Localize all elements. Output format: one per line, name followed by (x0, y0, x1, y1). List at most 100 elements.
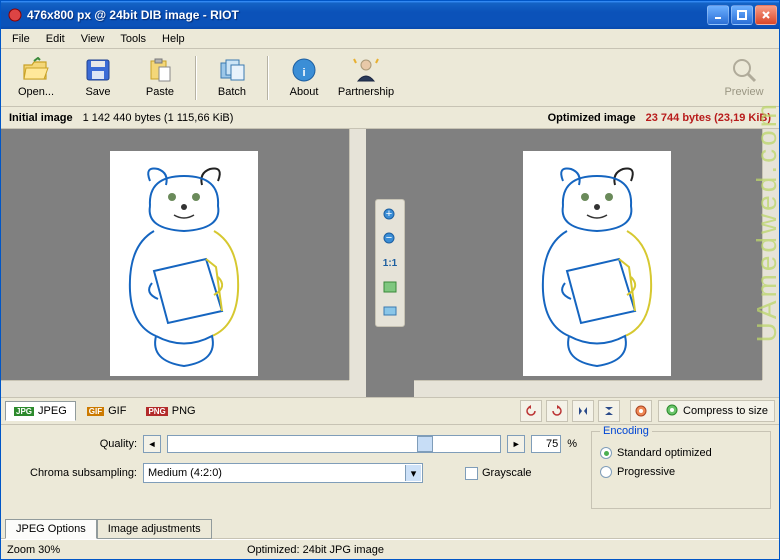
optimized-label: Optimized image (548, 112, 636, 124)
chevron-down-icon: ▾ (405, 465, 421, 481)
app-icon (7, 7, 23, 23)
about-label: About (290, 86, 319, 98)
tab-image-adjustments[interactable]: Image adjustments (97, 519, 212, 539)
tab-png[interactable]: PNGPNG (137, 401, 204, 421)
floppy-icon (84, 57, 112, 83)
optimized-image (523, 151, 671, 376)
format-tabs: JPGJPEG GIFGIF PNGPNG Compress to size (1, 397, 779, 425)
scroll-corner (762, 380, 779, 397)
bottom-tabs: JPEG Options Image adjustments (1, 515, 779, 539)
quality-input[interactable]: 75 (531, 435, 561, 453)
initial-pane[interactable] (1, 129, 366, 397)
flip-h-button[interactable] (572, 400, 594, 422)
tab-gif[interactable]: GIFGIF (78, 401, 136, 421)
maximize-button[interactable] (731, 5, 753, 25)
preview-area: + − 1:1 (1, 129, 779, 397)
pct-label: % (567, 438, 577, 450)
zoom-in-button[interactable]: + (381, 206, 399, 224)
save-button[interactable]: Save (67, 51, 129, 105)
batch-label: Batch (218, 86, 246, 98)
scroll-corner (349, 380, 366, 397)
quality-dec-button[interactable]: ◄ (143, 435, 161, 453)
svg-text:−: − (386, 232, 392, 244)
rotate-cw-button[interactable] (546, 400, 568, 422)
preview-button[interactable]: Preview (713, 51, 775, 105)
compress-button[interactable]: Compress to size (658, 400, 775, 422)
info-icon: i (290, 57, 318, 83)
optimized-value: 23 744 bytes (23,19 KiB) (646, 112, 771, 124)
info-bar: Initial image 1 142 440 bytes (1 115,66 … (1, 107, 779, 129)
flip-v-button[interactable] (598, 400, 620, 422)
progressive-label: Progressive (617, 466, 675, 478)
menu-help[interactable]: Help (155, 31, 192, 47)
gear-green-icon (665, 403, 679, 420)
about-button[interactable]: i About (273, 51, 335, 105)
minimize-button[interactable] (707, 5, 729, 25)
menubar: File Edit View Tools Help (1, 29, 779, 49)
chroma-value: Medium (4:2:0) (148, 467, 222, 479)
tab-jpeg-options[interactable]: JPEG Options (5, 519, 97, 539)
close-button[interactable] (755, 5, 777, 25)
batch-icon (218, 57, 246, 83)
separator (195, 56, 197, 100)
svg-text:+: + (386, 208, 392, 220)
scrollbar-vertical[interactable] (349, 129, 366, 380)
paste-icon (146, 57, 174, 83)
progressive-radio[interactable]: Progressive (600, 466, 762, 478)
zoom-out-button[interactable]: − (381, 230, 399, 248)
tab-png-label: PNG (172, 405, 196, 417)
paste-button[interactable]: Paste (129, 51, 191, 105)
svg-text:i: i (302, 67, 305, 79)
status-optimized: Optimized: 24bit JPG image (247, 544, 384, 556)
ext-button[interactable] (630, 400, 652, 422)
initial-value: 1 142 440 bytes (1 115,66 KiB) (83, 112, 234, 124)
save-label: Save (85, 86, 110, 98)
checkbox-icon (465, 467, 478, 480)
menu-file[interactable]: File (5, 31, 37, 47)
rotate-ccw-button[interactable] (520, 400, 542, 422)
tab-gif-label: GIF (108, 405, 126, 417)
scrollbar-horizontal[interactable] (1, 380, 349, 397)
scrollbar-horizontal[interactable] (414, 380, 762, 397)
quality-slider[interactable] (167, 435, 501, 453)
chroma-label: Chroma subsampling: (9, 467, 137, 479)
standard-label: Standard optimized (617, 447, 712, 459)
app-window: 476x800 px @ 24bit DIB image - RIOT File… (0, 0, 780, 560)
titlebar[interactable]: 476x800 px @ 24bit DIB image - RIOT (1, 1, 779, 29)
status-bar: Zoom 30% Optimized: 24bit JPG image (1, 539, 779, 559)
batch-button[interactable]: Batch (201, 51, 263, 105)
open-button[interactable]: Open... (5, 51, 67, 105)
quality-label: Quality: (9, 438, 137, 450)
initial-label: Initial image (9, 112, 73, 124)
tab-jpeg-label: JPEG (38, 405, 67, 417)
partnership-button[interactable]: Partnership (335, 51, 397, 105)
magnify-icon (730, 57, 758, 83)
quality-inc-button[interactable]: ► (507, 435, 525, 453)
optimized-pane[interactable] (414, 129, 779, 397)
menu-tools[interactable]: Tools (113, 31, 153, 47)
status-zoom: Zoom 30% (7, 544, 217, 556)
radio-icon (600, 447, 612, 459)
options-panel: Quality: ◄ ► 75 % Chroma subsampling: Me… (1, 425, 779, 515)
window-title: 476x800 px @ 24bit DIB image - RIOT (27, 8, 707, 22)
folder-open-icon (22, 57, 50, 83)
fit-button[interactable] (381, 278, 399, 296)
scrollbar-vertical[interactable] (762, 129, 779, 380)
separator (267, 56, 269, 100)
menu-view[interactable]: View (74, 31, 112, 47)
partnership-label: Partnership (338, 86, 394, 98)
grayscale-label: Grayscale (482, 467, 532, 479)
encoding-fieldset: Encoding Standard optimized Progressive (591, 431, 771, 509)
standard-radio[interactable]: Standard optimized (600, 447, 762, 459)
menu-edit[interactable]: Edit (39, 31, 72, 47)
preview-label: Preview (724, 86, 763, 98)
tab-jpeg[interactable]: JPGJPEG (5, 401, 76, 421)
view-button[interactable] (381, 302, 399, 320)
open-label: Open... (18, 86, 54, 98)
grayscale-checkbox[interactable]: Grayscale (465, 467, 532, 480)
center-toolbar: + − 1:1 (375, 199, 405, 327)
person-icon (352, 57, 380, 83)
zoom-11-button[interactable]: 1:1 (381, 254, 399, 272)
radio-icon (600, 466, 612, 478)
chroma-select[interactable]: Medium (4:2:0) ▾ (143, 463, 423, 483)
